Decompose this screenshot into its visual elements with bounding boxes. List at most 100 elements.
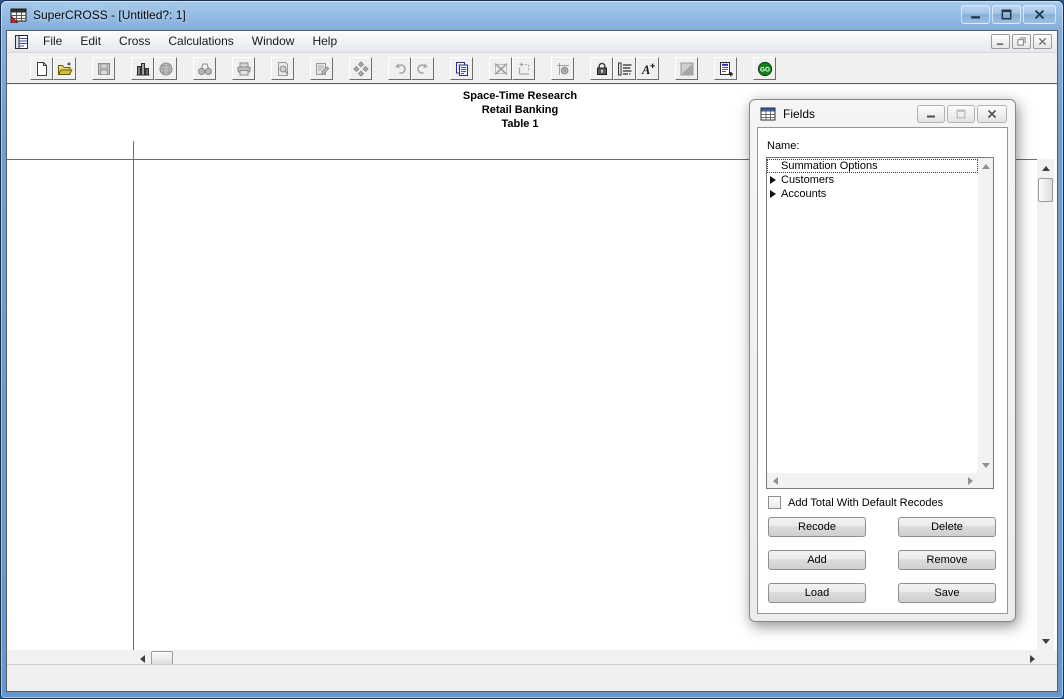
- menu-calculations[interactable]: Calculations: [159, 31, 242, 52]
- mdi-minimize-icon: [996, 37, 1005, 46]
- expand-arrow-icon[interactable]: [770, 176, 776, 184]
- find-binoculars-icon: [197, 61, 213, 77]
- redo-button: [411, 57, 434, 80]
- delete-button[interactable]: Delete: [898, 517, 996, 537]
- edit-notes-button: [310, 57, 333, 80]
- jigsaw-options-button: [349, 57, 372, 80]
- menu-items: FileEditCrossCalculationsWindowHelp: [34, 31, 346, 52]
- menu-help[interactable]: Help: [303, 31, 346, 52]
- save-icon: [96, 61, 112, 77]
- menu-file[interactable]: File: [34, 31, 71, 52]
- list-scroll-right-icon[interactable]: [963, 473, 977, 488]
- save-button[interactable]: Save: [898, 583, 996, 603]
- clear-table-button: [489, 57, 512, 80]
- remove-button[interactable]: Remove: [898, 550, 996, 570]
- mdi-minimize-button[interactable]: [991, 34, 1010, 49]
- redo-icon: [415, 61, 431, 77]
- recode-button[interactable]: Recode: [768, 517, 866, 537]
- add-table-button[interactable]: [714, 57, 737, 80]
- vertical-scrollbar-thumb[interactable]: [1038, 178, 1053, 202]
- print-preview-button: [271, 57, 294, 80]
- add-total-checkbox-label: Add Total With Default Recodes: [788, 497, 943, 509]
- save-button: [92, 57, 115, 80]
- rotate-table-icon: [516, 61, 532, 77]
- fields-list-vertical-scrollbar[interactable]: [978, 158, 993, 473]
- map-button: [675, 57, 698, 80]
- globe-icon: [158, 61, 174, 77]
- mdi-close-button[interactable]: [1033, 34, 1052, 49]
- globe-button: [154, 57, 177, 80]
- go-button[interactable]: GO: [753, 57, 776, 80]
- dialog-maximize-icon: [956, 109, 966, 119]
- bar-chart-icon: [135, 61, 151, 77]
- fields-dialog-title: Fields: [783, 107, 815, 121]
- fields-list-horizontal-scrollbar[interactable]: [767, 473, 978, 488]
- list-scrollbar-corner: [978, 473, 993, 488]
- expand-arrow-icon[interactable]: [770, 190, 776, 198]
- map-icon: [679, 61, 695, 77]
- print-icon: [236, 61, 252, 77]
- field-item-label: Summation Options: [781, 159, 878, 173]
- svg-text:A: A: [641, 62, 650, 76]
- vertical-scrollbar[interactable]: [1037, 159, 1054, 650]
- close-button[interactable]: [1023, 5, 1056, 24]
- dialog-close-icon: [987, 109, 997, 119]
- copy-button[interactable]: [450, 57, 473, 80]
- field-order-button[interactable]: [613, 57, 636, 80]
- mdi-restore-button[interactable]: [1012, 34, 1031, 49]
- print-button: [232, 57, 255, 80]
- add-button[interactable]: Add: [768, 550, 866, 570]
- print-preview-icon: [275, 61, 291, 77]
- dialog-minimize-icon: [926, 109, 936, 119]
- fields-list[interactable]: Summation OptionsCustomersAccounts: [766, 157, 994, 489]
- fields-dialog-panel: Name: Summation OptionsCustomersAccounts…: [757, 127, 1008, 614]
- lock-button[interactable]: [590, 57, 613, 80]
- svg-text:GO: GO: [760, 66, 770, 73]
- menu-cross[interactable]: Cross: [110, 31, 159, 52]
- field-item-label: Accounts: [781, 187, 826, 201]
- document-table-icon: [13, 34, 30, 50]
- minimize-button[interactable]: [961, 5, 990, 24]
- load-button[interactable]: Load: [768, 583, 866, 603]
- scroll-down-icon[interactable]: [1037, 633, 1054, 649]
- toolbar: A GO: [7, 54, 1057, 84]
- add-table-icon: [718, 61, 734, 77]
- field-item-summation-options[interactable]: Summation Options: [767, 159, 978, 173]
- fields-dialog: Fields Name: Summation OptionsCustomersA…: [749, 99, 1016, 622]
- list-scroll-down-icon[interactable]: [978, 458, 993, 472]
- dialog-minimize-button[interactable]: [917, 105, 945, 123]
- scroll-up-icon[interactable]: [1037, 160, 1054, 176]
- field-item-accounts[interactable]: Accounts: [767, 187, 978, 201]
- list-scroll-up-icon[interactable]: [978, 159, 993, 173]
- mdi-close-icon: [1038, 37, 1047, 46]
- rotate-table-button: [512, 57, 535, 80]
- maximize-icon: [1001, 9, 1012, 20]
- copy-icon: [454, 61, 470, 77]
- undo-icon: [392, 61, 408, 77]
- add-total-checkbox[interactable]: [768, 496, 781, 509]
- menu-window[interactable]: Window: [243, 31, 304, 52]
- minimize-icon: [970, 9, 981, 20]
- open-file-button[interactable]: [53, 57, 76, 80]
- fields-dialog-icon: [760, 107, 776, 121]
- new-document-icon: [34, 61, 50, 77]
- bar-chart-button[interactable]: [131, 57, 154, 80]
- field-item-customers[interactable]: Customers: [767, 173, 978, 187]
- go-icon: GO: [757, 61, 773, 77]
- undo-button: [388, 57, 411, 80]
- field-item-label: Customers: [781, 173, 834, 187]
- clear-table-icon: [493, 61, 509, 77]
- status-bar: [7, 664, 1057, 691]
- list-scroll-left-icon[interactable]: [768, 473, 782, 488]
- table-grid-vertical-line: [133, 141, 134, 650]
- maximize-button[interactable]: [992, 5, 1021, 24]
- mdi-restore-icon: [1017, 37, 1026, 46]
- app-icon: [10, 7, 28, 23]
- font-increase-button[interactable]: A: [636, 57, 659, 80]
- dialog-maximize-button: [947, 105, 975, 123]
- new-document-button[interactable]: [30, 57, 53, 80]
- menu-edit[interactable]: Edit: [71, 31, 110, 52]
- dialog-close-button[interactable]: [977, 105, 1007, 123]
- find-binoculars-button: [193, 57, 216, 80]
- edit-notes-icon: [314, 61, 330, 77]
